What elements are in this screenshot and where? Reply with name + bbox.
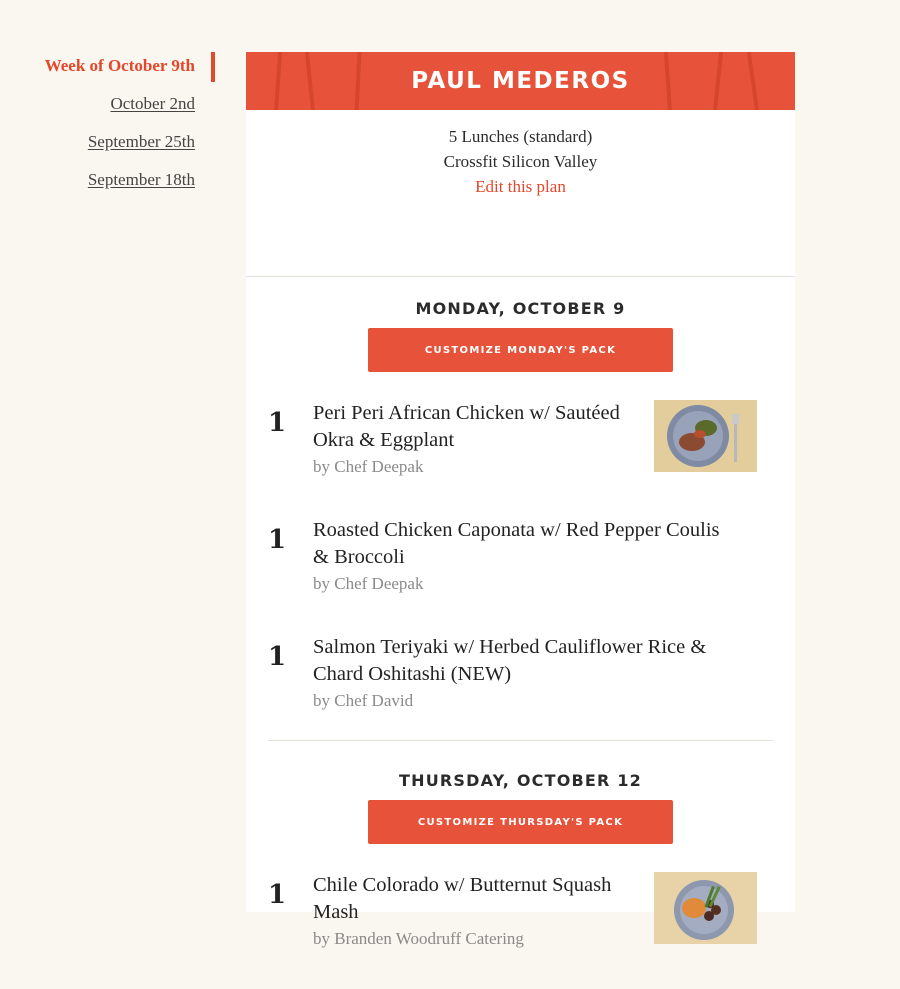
meal-chef: by Branden Woodruff Catering (313, 929, 524, 948)
plan-lunches: 5 Lunches (standard) (448, 127, 593, 146)
customize-monday-button[interactable]: CUSTOMIZE MONDAY'S PACK (368, 328, 673, 372)
meal-quantity: 1 (268, 525, 287, 555)
customize-thursday-button[interactable]: CUSTOMIZE THURSDAY'S PACK (368, 800, 673, 844)
customer-banner: PAUL MEDEROS (246, 52, 795, 110)
week-link-september-18[interactable]: September 18th (0, 166, 215, 204)
meal-quantity: 1 (268, 880, 287, 910)
meal-item[interactable]: 1 Salmon Teriyaki w/ Herbed Cauliflower … (268, 634, 773, 740)
meal-name: Salmon Teriyaki w/ Herbed Cauliflower Ri… (313, 636, 707, 685)
meal-name: Roasted Chicken Caponata w/ Red Pepper C… (313, 519, 720, 568)
customer-name: PAUL MEDEROS (411, 68, 630, 94)
day-section-monday: MONDAY, OCTOBER 9 CUSTOMIZE MONDAY'S PAC… (246, 299, 795, 741)
week-sidebar: Week of October 9th October 2nd Septembe… (0, 52, 215, 204)
plan-summary: 5 Lunches (standard) Crossfit Silicon Va… (246, 110, 795, 277)
meal-item[interactable]: 1 Chile Colorado w/ Butternut Squash Mas… (268, 872, 773, 989)
meal-chef: by Chef Deepak (313, 574, 424, 593)
day-divider (268, 740, 773, 741)
day-title: THURSDAY, OCTOBER 12 (399, 771, 642, 790)
meal-item[interactable]: 1 Roasted Chicken Caponata w/ Red Pepper… (268, 517, 773, 634)
meal-quantity: 1 (268, 642, 287, 672)
meal-name: Peri Peri African Chicken w/ Sautéed Okr… (313, 402, 620, 451)
meal-chef: by Chef Deepak (313, 457, 424, 476)
week-link-october-9[interactable]: Week of October 9th (0, 52, 215, 82)
day-section-thursday: THURSDAY, OCTOBER 12 CUSTOMIZE THURSDAY'… (246, 771, 795, 989)
meal-quantity: 1 (268, 408, 287, 438)
week-link-october-2[interactable]: October 2nd (0, 90, 215, 128)
plan-location: Crossfit Silicon Valley (443, 152, 598, 171)
edit-plan-link[interactable]: Edit this plan (246, 174, 795, 199)
meal-photo (654, 400, 757, 472)
meal-item[interactable]: 1 Peri Peri African Chicken w/ Sautéed O… (268, 400, 773, 517)
meal-chef: by Chef David (313, 691, 414, 710)
day-title: MONDAY, OCTOBER 9 (415, 299, 626, 318)
meal-plan-card: PAUL MEDEROS 5 Lunches (standard) Crossf… (246, 52, 795, 948)
meal-name: Chile Colorado w/ Butternut Squash Mash (313, 874, 612, 923)
week-link-september-25[interactable]: September 25th (0, 128, 215, 166)
meal-photo (654, 872, 757, 944)
